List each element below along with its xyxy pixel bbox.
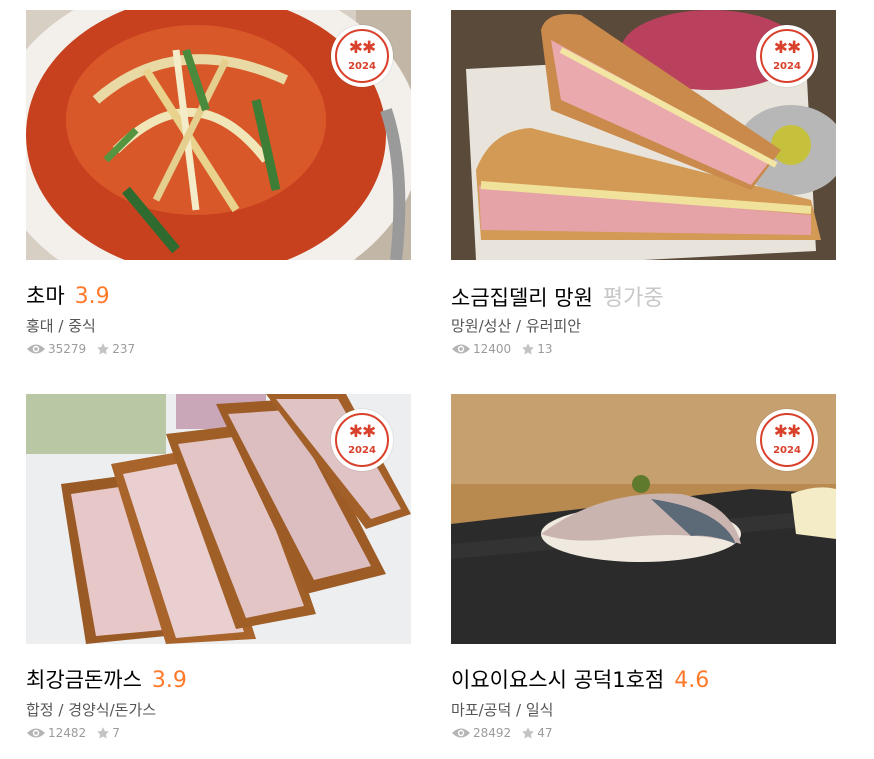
eye-icon [452,344,470,354]
restaurant-category: 경양식/돈가스 [68,701,157,719]
restaurant-score: 평가중 [602,286,664,311]
restaurant-score: 3.9 [74,284,110,309]
ribbon-award-icon: ✱✱ 2024 [756,25,818,87]
review-count: 13 [537,342,553,356]
restaurant-area: 홍대 [26,317,54,335]
view-count: 12400 [473,342,512,356]
review-count: 237 [112,342,136,356]
restaurant-card[interactable]: ✱✱ 2024 소금집델리 망원 평가중 망원/성산 / 유러피안 12400 … [451,10,836,358]
eye-icon [452,728,470,738]
restaurant-card[interactable]: ✱✱ 2024 초마 3.9 홍대 / 중식 35279 237 [26,10,411,358]
ribbon-award-icon: ✱✱ 2024 [756,409,818,471]
restaurant-score: 4.6 [674,668,710,693]
eye-icon [27,728,45,738]
review-count: 7 [112,726,120,740]
review-count: 47 [537,726,553,740]
restaurant-photo[interactable]: ✱✱ 2024 [26,10,411,260]
restaurant-grid: ✱✱ 2024 초마 3.9 홍대 / 중식 35279 237 ✱✱ 2024… [0,0,874,759]
restaurant-score: 3.9 [151,668,187,693]
restaurant-name[interactable]: 소금집델리 망원 [451,282,593,312]
restaurant-name[interactable]: 초마 [26,280,65,310]
restaurant-meta: 합정 / 경양식/돈가스 [26,701,157,719]
view-count: 35279 [48,342,87,356]
eye-icon [27,344,45,354]
restaurant-name[interactable]: 이요이요스시 공덕1호점 [451,664,664,694]
view-count: 28492 [473,726,512,740]
view-count: 12482 [48,726,87,740]
restaurant-meta: 홍대 / 중식 [26,317,96,335]
restaurant-photo[interactable]: ✱✱ 2024 [451,10,836,260]
restaurant-name[interactable]: 최강금돈까스 [26,664,142,694]
restaurant-area: 마포/공덕 [451,701,512,719]
restaurant-category: 일식 [525,701,554,719]
star-icon [97,727,110,739]
restaurant-meta: 마포/공덕 / 일식 [451,701,554,719]
restaurant-card[interactable]: ✱✱ 2024 최강금돈까스 3.9 합정 / 경양식/돈가스 12482 7 [26,394,411,742]
restaurant-category: 유러피안 [525,317,582,335]
restaurant-card[interactable]: ✱✱ 2024 이요이요스시 공덕1호점 4.6 마포/공덕 / 일식 2849… [451,394,836,742]
star-icon [522,727,535,739]
ribbon-award-icon: ✱✱ 2024 [331,25,393,87]
restaurant-area: 망원/성산 [451,317,512,335]
restaurant-meta: 망원/성산 / 유러피안 [451,317,582,335]
restaurant-area: 합정 [26,701,54,719]
star-icon [97,343,110,355]
restaurant-category: 중식 [68,317,96,335]
restaurant-photo[interactable]: ✱✱ 2024 [451,394,836,644]
ribbon-award-icon: ✱✱ 2024 [331,409,393,471]
star-icon [522,343,535,355]
restaurant-photo[interactable]: ✱✱ 2024 [26,394,411,644]
